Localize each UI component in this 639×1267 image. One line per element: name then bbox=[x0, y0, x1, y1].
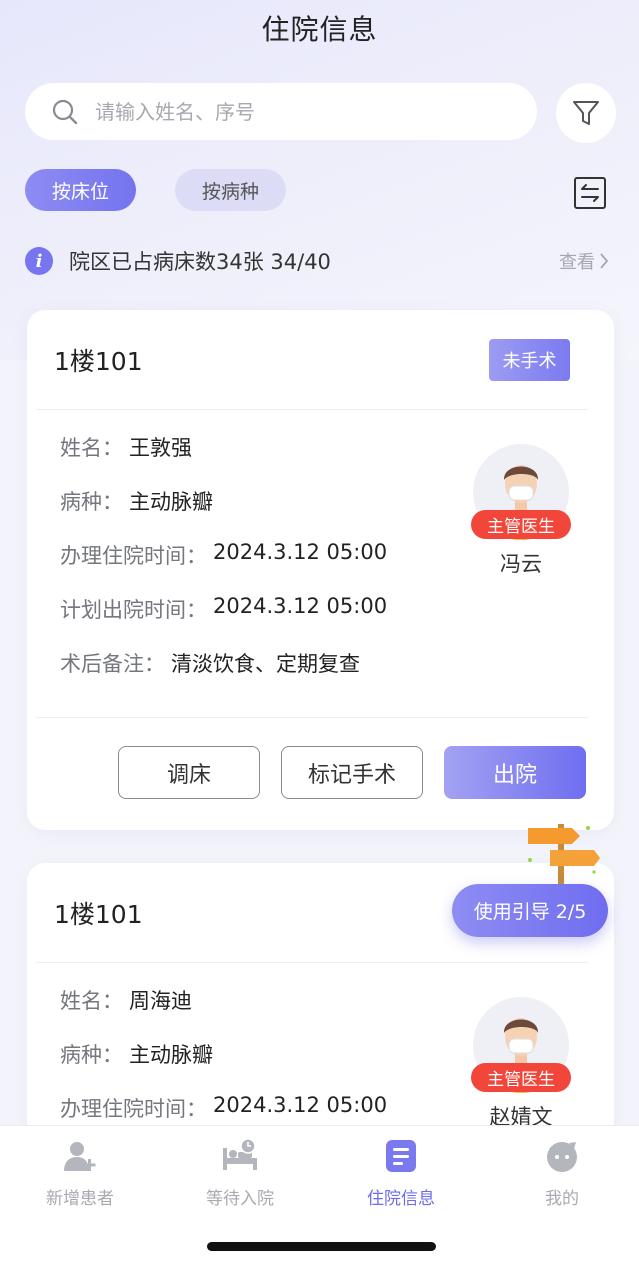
tab-inpatient-info[interactable]: 住院信息 bbox=[321, 1138, 481, 1209]
view-link-label: 查看 bbox=[559, 252, 595, 273]
tab-add-patient[interactable]: 新增患者 bbox=[0, 1138, 160, 1209]
chevron-right-icon bbox=[600, 253, 609, 269]
room-number: 1楼101 bbox=[54, 346, 143, 376]
mark-surgery-button[interactable]: 标记手术 bbox=[281, 746, 423, 799]
tab-label: 新增患者 bbox=[46, 1189, 114, 1209]
bed-summary: i 院区已占病床数34张 34/40 查看 bbox=[25, 244, 609, 278]
field-value: 周海迪 bbox=[129, 989, 192, 1013]
usage-guide-button[interactable]: 使用引导 2/5 bbox=[452, 884, 608, 937]
adjust-bed-button[interactable]: 调床 bbox=[118, 746, 260, 799]
tab-label: 住院信息 bbox=[367, 1189, 435, 1209]
field-label: 计划出院时间： bbox=[60, 598, 207, 622]
home-indicator bbox=[207, 1242, 436, 1251]
document-icon bbox=[383, 1138, 419, 1174]
search-icon bbox=[52, 99, 78, 124]
filter-icon bbox=[573, 101, 599, 125]
surgery-status-badge: 未手术 bbox=[489, 338, 570, 381]
room-number: 1楼101 bbox=[54, 899, 143, 929]
field-label: 姓名： bbox=[60, 989, 123, 1013]
card-header: 1楼101 未手术 bbox=[27, 310, 614, 409]
card-body: 姓名： 王敦强 病种： 主动脉瓣 办理住院时间： 2024.3.12 05:00… bbox=[27, 410, 614, 717]
inpatient-card[interactable]: 1楼101 未手术 姓名： 王敦强 病种： 主动脉瓣 办理住院时间： 2024.… bbox=[27, 310, 614, 830]
doctor-role-badge: 主管医生 bbox=[471, 1063, 571, 1092]
doctor-name: 冯云 bbox=[500, 552, 542, 576]
chip-by-disease[interactable]: 按病种 bbox=[175, 169, 286, 211]
field-value: 主动脉瓣 bbox=[129, 490, 213, 514]
field-label: 姓名： bbox=[60, 436, 123, 460]
bed-summary-text: 院区已占病床数34张 34/40 bbox=[69, 250, 331, 274]
attending-doctor[interactable]: 主管医生 赵婧文 bbox=[471, 997, 571, 1131]
field-label: 术后备注： bbox=[60, 652, 165, 676]
discharge-button[interactable]: 出院 bbox=[444, 746, 586, 799]
card-actions: 调床 标记手术 出院 bbox=[27, 718, 614, 799]
field-value: 2024.3.12 05:00 bbox=[213, 1093, 388, 1117]
field-label: 办理住院时间： bbox=[60, 1097, 207, 1121]
field-value: 王敦强 bbox=[129, 436, 192, 460]
signpost-icon bbox=[528, 824, 600, 884]
chip-by-bed[interactable]: 按床位 bbox=[25, 169, 136, 211]
search-bar[interactable] bbox=[25, 83, 537, 140]
field-label: 病种： bbox=[60, 1043, 123, 1067]
add-user-icon bbox=[62, 1138, 98, 1174]
search-input[interactable] bbox=[95, 99, 495, 124]
field-value: 清淡饮食、定期复查 bbox=[171, 652, 360, 676]
field-value: 主动脉瓣 bbox=[129, 1043, 213, 1067]
field-discharge-time: 计划出院时间： 2024.3.12 05:00 bbox=[60, 594, 614, 648]
page-title: 住院信息 bbox=[261, 13, 378, 46]
doctor-role-badge: 主管医生 bbox=[471, 510, 571, 539]
bed-clock-icon bbox=[222, 1138, 258, 1174]
field-post-op-note: 术后备注： 清淡饮食、定期复查 bbox=[60, 648, 614, 702]
tab-waiting-admission[interactable]: 等待入院 bbox=[160, 1138, 320, 1209]
view-link[interactable]: 查看 bbox=[559, 248, 609, 274]
switch-view-icon[interactable] bbox=[573, 176, 607, 210]
tab-mine[interactable]: 我的 bbox=[482, 1138, 639, 1209]
filter-button[interactable] bbox=[556, 83, 616, 143]
profile-icon bbox=[544, 1138, 580, 1174]
field-label: 病种： bbox=[60, 490, 123, 514]
tab-label: 我的 bbox=[545, 1189, 579, 1209]
field-value: 2024.3.12 05:00 bbox=[213, 540, 388, 564]
field-value: 2024.3.12 05:00 bbox=[213, 594, 388, 618]
attending-doctor[interactable]: 主管医生 冯云 bbox=[471, 444, 571, 578]
info-icon: i bbox=[25, 247, 53, 275]
field-label: 办理住院时间： bbox=[60, 544, 207, 568]
tab-label: 等待入院 bbox=[206, 1189, 274, 1209]
